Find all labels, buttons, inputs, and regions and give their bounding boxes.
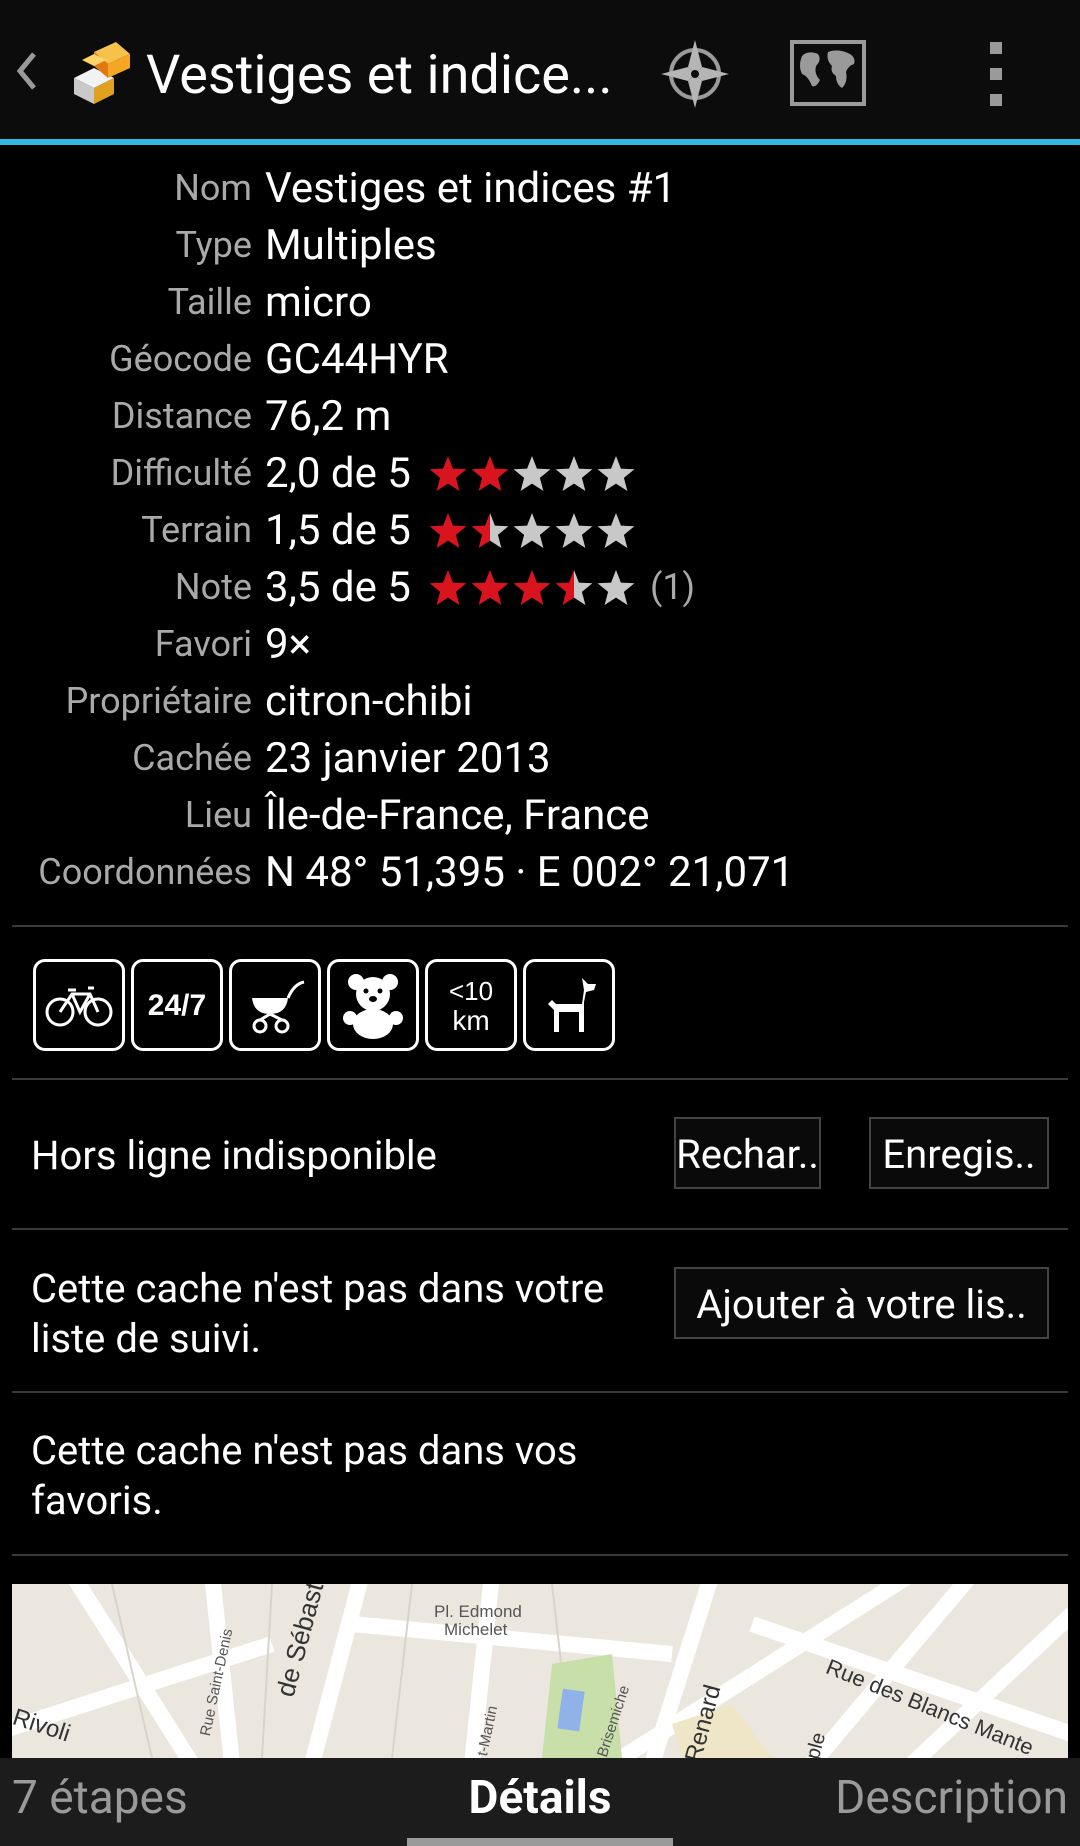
divider — [12, 1228, 1068, 1230]
detail-label: Terrain — [141, 509, 252, 551]
star-icon — [429, 456, 467, 491]
detail-label: Type — [175, 224, 252, 266]
add-to-watchlist-button[interactable]: Ajouter à votre lis.. — [674, 1267, 1049, 1339]
page-title: Vestiges et indice... — [146, 44, 613, 107]
map-label: Pl. Edmond — [434, 1602, 522, 1621]
detail-row-size: Taille micro — [0, 274, 1080, 331]
detail-label: Distance — [111, 395, 252, 437]
divider — [12, 925, 1068, 927]
star-icon — [471, 513, 509, 548]
tab-description[interactable]: Description — [835, 1758, 1068, 1838]
rating-stars — [428, 568, 636, 608]
detail-row-type: Type Multiples — [0, 217, 1080, 274]
detail-value: Île-de-France, France — [265, 791, 650, 840]
detail-row-geocode: Géocode GC44HYR — [0, 331, 1080, 388]
detail-row-favorites: Favori 9× — [0, 616, 1080, 673]
save-offline-button[interactable]: Enregis.. — [869, 1117, 1049, 1189]
detail-value: 9× — [265, 620, 312, 669]
detail-value[interactable]: N 48° 51,395 · E 002° 21,071 — [265, 844, 794, 901]
tab-waypoints[interactable]: 7 étapes — [12, 1758, 188, 1838]
detail-value[interactable]: GC44HYR — [265, 331, 449, 388]
detail-value: Multiples — [265, 221, 437, 270]
detail-label: Cachée — [132, 737, 252, 779]
teddy-bear-icon[interactable] — [327, 959, 419, 1051]
reload-button[interactable]: Rechar.. — [674, 1117, 821, 1189]
detail-value[interactable]: citron-chibi — [265, 673, 473, 730]
km-text: km — [452, 1005, 489, 1036]
cache-app-icon — [74, 42, 130, 104]
detail-row-distance: Distance 76,2 m — [0, 388, 1080, 445]
watchlist-status-text: Cette cache n'est pas dans votre liste d… — [31, 1264, 604, 1364]
dog-icon[interactable] — [523, 959, 615, 1051]
star-icon — [429, 570, 467, 605]
detail-value: 76,2 m — [265, 392, 392, 441]
detail-row-hidden: Cachée 23 janvier 2013 — [0, 730, 1080, 787]
detail-row-difficulty: Difficulté 2,0 de 5 — [0, 445, 1080, 502]
detail-label: Note — [174, 566, 252, 608]
terrain-stars — [428, 511, 636, 551]
star-icon — [513, 570, 551, 605]
detail-row-terrain: Terrain 1,5 de 5 — [0, 502, 1080, 559]
detail-label: Difficulté — [110, 452, 252, 494]
detail-label: Taille — [167, 281, 252, 323]
attribute-icons: 24/7 <10 km — [33, 959, 615, 1051]
static-map-preview[interactable]: Pl. Edmond Michelet de Sébastopol Rue Sa… — [12, 1584, 1068, 1758]
up-arrow-icon[interactable] — [14, 48, 40, 94]
under-10km-icon[interactable]: <10 km — [425, 959, 517, 1051]
vote-count: (1) — [650, 566, 696, 608]
cache-details: Nom Vestiges et indices #1 Type Multiple… — [0, 160, 1080, 901]
difficulty-stars — [428, 454, 636, 494]
overflow-menu-icon[interactable] — [956, 34, 1036, 114]
divider — [12, 1078, 1068, 1080]
detail-value: 2,0 de 5 — [265, 449, 411, 498]
favorites-status-text: Cette cache n'est pas dans vos favoris. — [31, 1426, 577, 1526]
star-icon — [555, 456, 593, 491]
offline-status-text: Hors ligne indisponible — [31, 1132, 437, 1179]
detail-row-rating: Note 3,5 de 5 (1) — [0, 559, 1080, 616]
star-icon — [471, 456, 509, 491]
under-10-text: <10 — [449, 976, 493, 1006]
compass-icon[interactable] — [655, 34, 735, 114]
detail-value: 3,5 de 5 — [265, 563, 411, 612]
star-icon — [597, 456, 635, 491]
star-icon — [555, 570, 593, 605]
star-icon — [555, 513, 593, 548]
detail-row-name: Nom Vestiges et indices #1 — [0, 160, 1080, 217]
star-icon — [597, 513, 635, 548]
detail-label: Favori — [154, 623, 252, 665]
action-bar-divider — [0, 139, 1080, 145]
detail-value: Vestiges et indices #1 — [265, 164, 677, 213]
star-icon — [471, 570, 509, 605]
divider — [12, 1554, 1068, 1556]
detail-label: Lieu — [184, 794, 252, 836]
star-icon — [513, 456, 551, 491]
detail-label: Propriétaire — [65, 680, 252, 722]
action-bar: Vestiges et indice... — [0, 0, 1080, 140]
bicycle-icon[interactable] — [33, 959, 125, 1051]
watchlist-line-2: liste de suivi. — [31, 1315, 262, 1362]
divider — [12, 1391, 1068, 1393]
detail-value: micro — [265, 278, 372, 327]
watchlist-line-1: Cette cache n'est pas dans votre — [31, 1265, 605, 1312]
detail-label: Coordonnées — [38, 851, 252, 893]
map-label: Michelet — [444, 1620, 508, 1639]
map-icon[interactable] — [788, 34, 868, 114]
detail-label: Géocode — [109, 338, 252, 380]
detail-row-location: Lieu Île-de-France, France — [0, 787, 1080, 844]
favorites-line-1: Cette cache n'est pas dans vos — [31, 1427, 578, 1474]
tab-bar: Détails 7 étapes Description — [0, 1758, 1080, 1846]
stroller-icon[interactable] — [229, 959, 321, 1051]
star-icon — [429, 513, 467, 548]
detail-row-coordinates: Coordonnées N 48° 51,395 · E 002° 21,071 — [0, 844, 1080, 901]
24-7-text: 24/7 — [148, 989, 206, 1022]
detail-label: Nom — [174, 167, 252, 209]
active-tab-indicator — [407, 1838, 673, 1846]
favorites-line-2: favoris. — [31, 1477, 163, 1524]
star-icon — [597, 570, 635, 605]
star-icon — [513, 513, 551, 548]
detail-row-owner: Propriétaire citron-chibi — [0, 673, 1080, 730]
24-7-icon[interactable]: 24/7 — [131, 959, 223, 1051]
detail-value: 1,5 de 5 — [265, 506, 411, 555]
detail-value: 23 janvier 2013 — [265, 734, 551, 783]
